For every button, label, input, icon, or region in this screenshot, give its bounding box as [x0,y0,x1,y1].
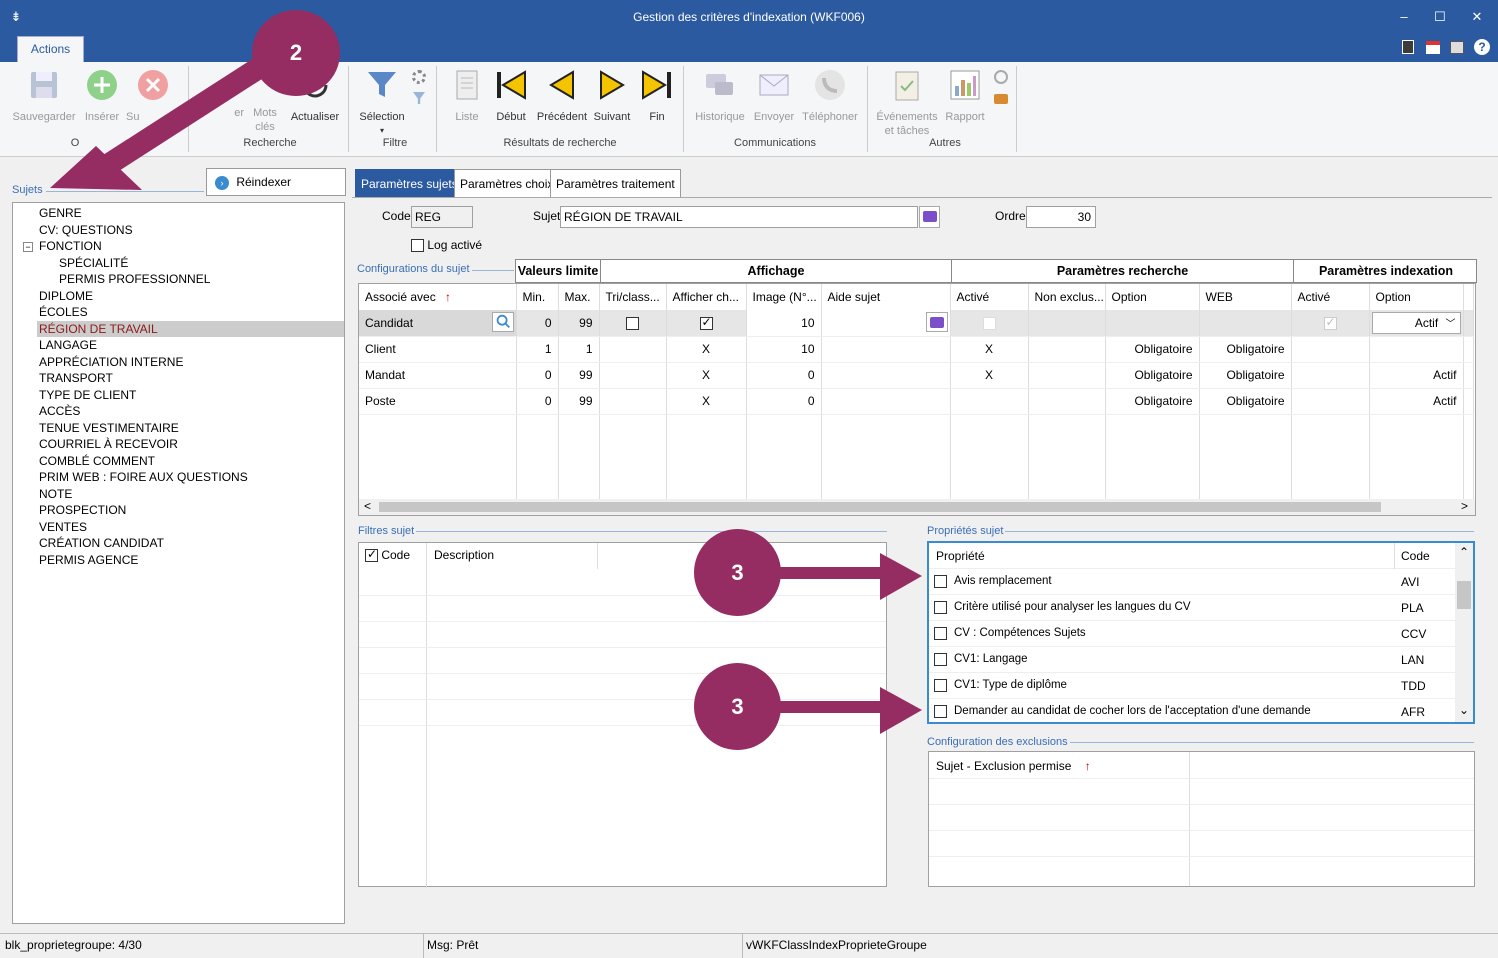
status-message: Msg: Prêt [427,938,479,952]
status-view: vWKFClassIndexProprieteGroupe [746,938,927,952]
annotation-3-top: 3 [694,529,781,616]
annotation-3-bottom: 3 [694,663,781,750]
status-block: blk_proprietegroupe: 4/30 [5,938,142,952]
status-bar: blk_proprietegroupe: 4/30 Msg: Prêt vWKF… [0,933,1498,958]
annotation-2: 2 [252,10,340,96]
annotation-arrows [50,52,922,734]
